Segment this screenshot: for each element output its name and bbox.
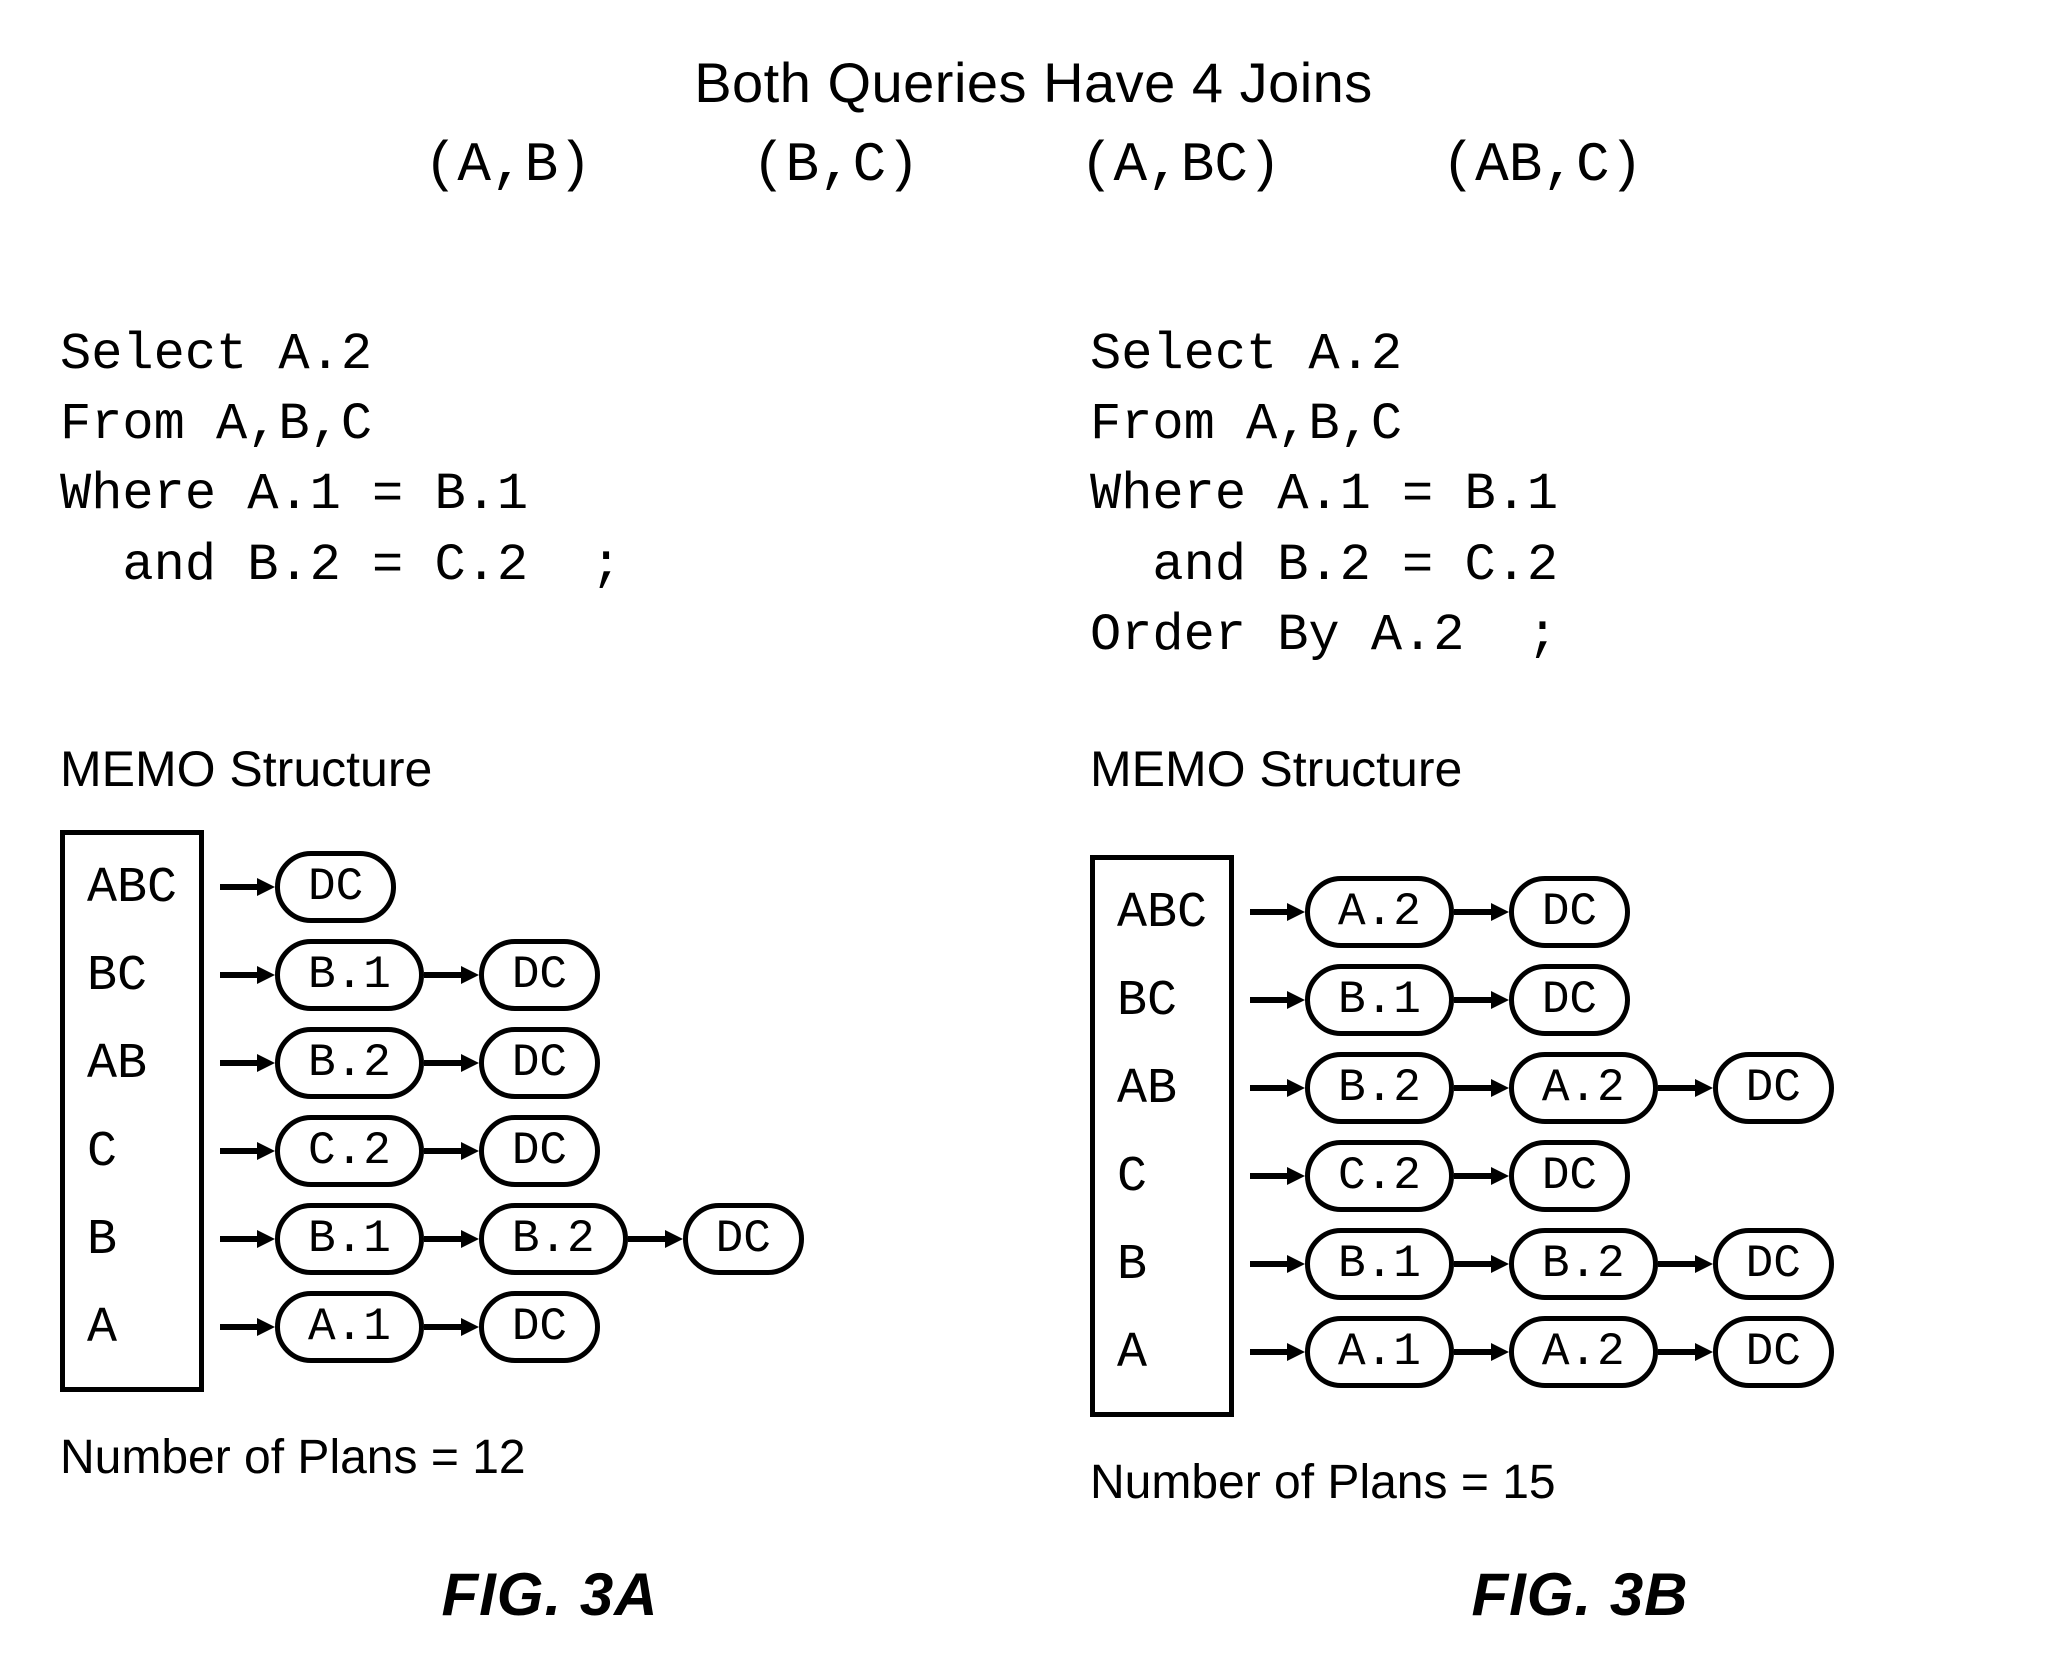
memo-chain-row: A.1 DC <box>220 1283 804 1371</box>
memo-chains-b: A.2 DC B.1 DC B.2 A.2 DC C.2 <box>1250 868 1834 1396</box>
arrow-icon <box>1658 1340 1713 1364</box>
memo-cell: B <box>1117 1222 1207 1310</box>
memo-node: A.1 <box>1305 1316 1454 1388</box>
memo-node: DC <box>1713 1052 1834 1124</box>
memo-node: DC <box>1509 964 1630 1036</box>
figure-label-a: FIG. 3A <box>60 1560 1040 1629</box>
memo-chains-a: DC B.1 DC B.2 DC C.2 DC B.1 <box>220 843 804 1371</box>
arrow-icon <box>220 1051 275 1075</box>
header-title: Both Queries Have 4 Joins <box>0 50 2067 115</box>
memo-chain-row: A.2 DC <box>1250 868 1834 956</box>
memo-chain-row: B.2 DC <box>220 1019 804 1107</box>
memo-title-a: MEMO Structure <box>60 740 432 798</box>
memo-node: A.2 <box>1509 1316 1658 1388</box>
arrow-icon <box>424 963 479 987</box>
plans-count-a: Number of Plans = 12 <box>60 1430 526 1485</box>
arrow-icon <box>424 1315 479 1339</box>
arrow-icon <box>1658 1252 1713 1276</box>
join-pair: (AB,C) <box>1442 133 1644 197</box>
memo-node: DC <box>479 1115 600 1187</box>
memo-chain-row: C.2 DC <box>220 1107 804 1195</box>
arrow-icon <box>220 1139 275 1163</box>
memo-cell: C <box>87 1109 177 1197</box>
memo-node: DC <box>479 1291 600 1363</box>
arrow-icon <box>1250 1164 1305 1188</box>
arrow-icon <box>424 1051 479 1075</box>
memo-chain-row: B.1 DC <box>1250 956 1834 1044</box>
memo-node: DC <box>479 939 600 1011</box>
memo-cell: BC <box>1117 958 1207 1046</box>
memo-cell: BC <box>87 933 177 1021</box>
arrow-icon <box>220 963 275 987</box>
arrow-icon <box>1454 988 1509 1012</box>
arrow-icon <box>1658 1076 1713 1100</box>
memo-node: C.2 <box>1305 1140 1454 1212</box>
arrow-icon <box>1454 1340 1509 1364</box>
plans-count-b: Number of Plans = 15 <box>1090 1455 1556 1510</box>
arrow-icon <box>628 1227 683 1251</box>
memo-chain-row: A.1 A.2 DC <box>1250 1308 1834 1396</box>
memo-cell: A <box>87 1285 177 1373</box>
memo-node: DC <box>275 851 396 923</box>
memo-node: A.2 <box>1509 1052 1658 1124</box>
memo-node: B.1 <box>275 939 424 1011</box>
arrow-icon <box>220 1227 275 1251</box>
join-pair: (A,BC) <box>1080 133 1282 197</box>
memo-chain-row: DC <box>220 843 804 931</box>
arrow-icon <box>1454 1252 1509 1276</box>
memo-node: A.1 <box>275 1291 424 1363</box>
joins-row: (A,B) (B,C) (A,BC) (AB,C) <box>0 133 2067 197</box>
arrow-icon <box>424 1139 479 1163</box>
memo-node: A.2 <box>1305 876 1454 948</box>
memo-node: DC <box>1509 876 1630 948</box>
memo-chain-row: B.1 B.2 DC <box>1250 1220 1834 1308</box>
arrow-icon <box>1250 1076 1305 1100</box>
memo-chain-row: C.2 DC <box>1250 1132 1834 1220</box>
memo-chain-row: B.1 B.2 DC <box>220 1195 804 1283</box>
memo-node: B.1 <box>1305 964 1454 1036</box>
memo-node: B.2 <box>1305 1052 1454 1124</box>
sql-query-a: Select A.2 From A,B,C Where A.1 = B.1 an… <box>60 320 622 601</box>
memo-cell: AB <box>87 1021 177 1109</box>
memo-cell: AB <box>1117 1046 1207 1134</box>
header: Both Queries Have 4 Joins (A,B) (B,C) (A… <box>0 50 2067 197</box>
memo-node: DC <box>479 1027 600 1099</box>
memo-box-b: ABC BC AB C B A <box>1090 855 1234 1417</box>
memo-node: B.2 <box>275 1027 424 1099</box>
memo-node: DC <box>1713 1316 1834 1388</box>
memo-box-a: ABC BC AB C B A <box>60 830 204 1392</box>
arrow-icon <box>220 1315 275 1339</box>
sql-query-b: Select A.2 From A,B,C Where A.1 = B.1 an… <box>1090 320 1558 671</box>
memo-cell: C <box>1117 1134 1207 1222</box>
memo-cell: ABC <box>1117 870 1207 958</box>
join-pair: (B,C) <box>752 133 920 197</box>
join-pair: (A,B) <box>424 133 592 197</box>
arrow-icon <box>1250 1340 1305 1364</box>
memo-cell: A <box>1117 1310 1207 1398</box>
memo-node: B.2 <box>1509 1228 1658 1300</box>
arrow-icon <box>1250 988 1305 1012</box>
memo-cell: ABC <box>87 845 177 933</box>
memo-diagram-b: ABC BC AB C B A A.2 DC B.1 DC B.2 <box>1090 855 1234 1417</box>
arrow-icon <box>1454 1164 1509 1188</box>
memo-chain-row: B.2 A.2 DC <box>1250 1044 1834 1132</box>
memo-node: B.2 <box>479 1203 628 1275</box>
memo-chain-row: B.1 DC <box>220 931 804 1019</box>
memo-node: DC <box>1713 1228 1834 1300</box>
arrow-icon <box>424 1227 479 1251</box>
memo-diagram-a: ABC BC AB C B A DC B.1 DC B.2 DC <box>60 830 204 1392</box>
memo-node: C.2 <box>275 1115 424 1187</box>
arrow-icon <box>1250 900 1305 924</box>
memo-node: DC <box>683 1203 804 1275</box>
figure-label-b: FIG. 3B <box>1090 1560 2067 1629</box>
memo-node: B.1 <box>1305 1228 1454 1300</box>
memo-cell: B <box>87 1197 177 1285</box>
arrow-icon <box>1454 1076 1509 1100</box>
memo-node: B.1 <box>275 1203 424 1275</box>
arrow-icon <box>1454 900 1509 924</box>
arrow-icon <box>220 875 275 899</box>
memo-title-b: MEMO Structure <box>1090 740 1462 798</box>
arrow-icon <box>1250 1252 1305 1276</box>
memo-node: DC <box>1509 1140 1630 1212</box>
